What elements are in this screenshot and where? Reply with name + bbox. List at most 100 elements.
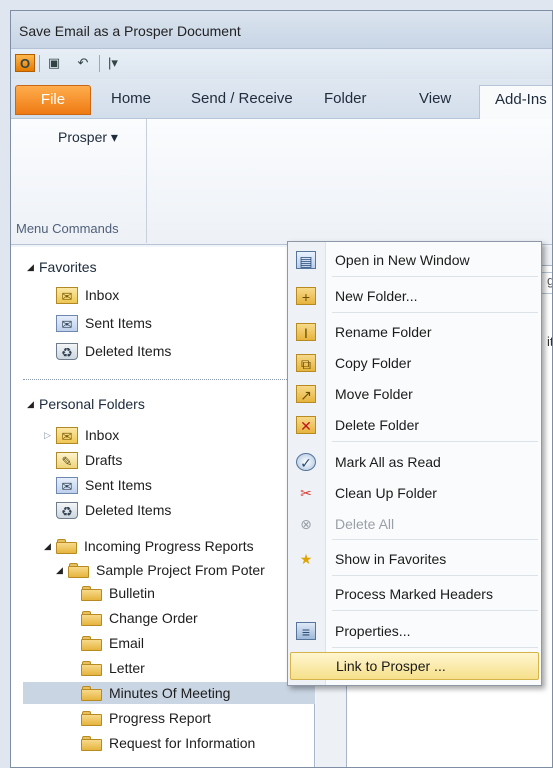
folder-label: Deleted Items: [85, 343, 172, 359]
save-icon[interactable]: ▣: [44, 54, 64, 72]
sent-items-icon: ✉: [56, 476, 78, 494]
inbox-icon: ✉: [56, 286, 78, 304]
menu-item-copy-folder[interactable]: ⧉ Copy Folder: [288, 349, 541, 377]
tab-home[interactable]: Home: [111, 90, 151, 114]
folder-label: Sample Project From Poter: [96, 562, 265, 578]
folder-icon: [56, 538, 77, 554]
favorites-header[interactable]: ◢ Favorites: [27, 256, 97, 278]
menu-item-move-folder[interactable]: ↗ Move Folder: [288, 380, 541, 408]
menu-item-label: Delete Folder: [335, 417, 420, 433]
menu-item-process-marked-headers[interactable]: Process Marked Headers: [288, 580, 541, 608]
folder-label: Minutes Of Meeting: [109, 685, 231, 701]
menu-separator: [332, 441, 538, 442]
menu-separator: [332, 312, 538, 313]
menu-item-mark-all-as-read[interactable]: ✓ Mark All as Read: [288, 448, 541, 476]
menu-commands-group: Prosper ▾ Menu Commands: [11, 119, 147, 243]
subfolder-change-order[interactable]: Change Order: [81, 607, 198, 629]
tab-add-ins[interactable]: Add-Ins: [479, 85, 552, 120]
outlook-icon[interactable]: O: [15, 54, 35, 72]
personal-inbox[interactable]: ▷ ✉ Inbox: [44, 424, 119, 446]
section-divider: [23, 379, 305, 380]
folder-icon: [81, 610, 102, 626]
favorites-star-icon: ★: [299, 551, 313, 567]
folder-label: Inbox: [85, 287, 120, 303]
folder-label: Letter: [109, 660, 145, 676]
folder-icon: [81, 685, 102, 701]
folder-label: Progress Report: [109, 710, 211, 726]
ribbon-tabs: File Home Send / Receive Folder View Add…: [11, 79, 552, 120]
tab-folder[interactable]: Folder: [324, 90, 367, 114]
subfolder-request-for-information[interactable]: Request for Information: [81, 732, 255, 754]
folder-icon: [81, 660, 102, 676]
menu-item-label: Link to Prosper ...: [336, 658, 446, 674]
customize-toolbar-icon[interactable]: |▾: [103, 54, 123, 72]
move-folder-icon: ↗: [296, 385, 316, 403]
tab-file[interactable]: File: [15, 85, 91, 115]
collapse-arrow-icon[interactable]: ◢: [44, 541, 56, 552]
personal-deleted-items[interactable]: ♻ Deleted Items: [56, 499, 171, 521]
folder-icon: [81, 585, 102, 601]
new-folder-icon: +: [296, 287, 316, 305]
folder-label: Email: [109, 635, 145, 651]
column-header-fragment: it: [547, 334, 553, 349]
delete-all-icon: ⊗: [300, 516, 312, 532]
subfolder-email[interactable]: Email: [81, 632, 144, 654]
mark-read-icon: ✓: [296, 453, 316, 471]
collapse-arrow-icon[interactable]: ◢: [27, 262, 39, 273]
menu-item-link-to-prosper[interactable]: Link to Prosper ...: [290, 652, 539, 680]
menu-separator: [332, 276, 538, 277]
menu-separator: [332, 647, 538, 648]
menu-item-properties[interactable]: ≡ Properties...: [288, 617, 541, 645]
menu-item-delete-all[interactable]: ⊗ Delete All: [288, 510, 541, 538]
sample-project-folder[interactable]: ◢ Sample Project From Poter: [56, 559, 265, 581]
toolbar-separator: [99, 55, 100, 72]
prosper-menu-button[interactable]: Prosper ▾: [58, 129, 118, 146]
menu-item-delete-folder[interactable]: ✕ Delete Folder: [288, 411, 541, 439]
toolbar-separator: [39, 55, 40, 72]
clean-up-icon: ✂: [300, 485, 312, 501]
menu-item-clean-up-folder[interactable]: ✂ Clean Up Folder: [288, 479, 541, 507]
favorites-deleted-items[interactable]: ♻ Deleted Items: [56, 340, 171, 362]
personal-drafts[interactable]: ✎ Drafts: [56, 449, 122, 471]
expand-arrow-icon[interactable]: ▷: [44, 430, 56, 441]
subfolder-progress-report[interactable]: Progress Report: [81, 707, 211, 729]
subfolder-bulletin[interactable]: Bulletin: [81, 582, 155, 604]
deleted-items-icon: ♻: [56, 342, 78, 360]
subfolder-letter[interactable]: Letter: [81, 657, 145, 679]
menu-item-label: Show in Favorites: [335, 551, 447, 567]
personal-folders-header[interactable]: ◢ Personal Folders: [27, 393, 145, 415]
menu-separator: [332, 610, 538, 611]
subfolder-minutes-of-meeting[interactable]: Minutes Of Meeting: [23, 682, 315, 704]
menu-item-rename-folder[interactable]: I Rename Folder: [288, 318, 541, 346]
menu-item-label: Mark All as Read: [335, 454, 441, 470]
incoming-progress-reports-folder[interactable]: ◢ Incoming Progress Reports: [44, 535, 254, 557]
menu-item-show-in-favorites[interactable]: ★ Show in Favorites: [288, 545, 541, 573]
favorites-sent-items[interactable]: ✉ Sent Items: [56, 312, 152, 334]
menu-item-label: New Folder...: [335, 288, 418, 304]
folder-label: Request for Information: [109, 735, 256, 751]
folder-label: Drafts: [85, 452, 123, 468]
favorites-inbox[interactable]: ✉ Inbox: [56, 284, 119, 306]
personal-sent-items[interactable]: ✉ Sent Items: [56, 474, 152, 496]
tab-send-receive[interactable]: Send / Receive: [191, 90, 293, 114]
menu-item-label: Open in New Window: [335, 252, 470, 268]
drafts-icon: ✎: [56, 451, 78, 469]
menu-item-open-in-new-window[interactable]: ▤ Open in New Window: [288, 246, 541, 274]
collapse-arrow-icon[interactable]: ◢: [27, 399, 39, 410]
folder-icon: [81, 635, 102, 651]
folder-label: Incoming Progress Reports: [84, 538, 254, 554]
folder-icon: [81, 710, 102, 726]
undo-icon[interactable]: ↶: [73, 54, 93, 72]
menu-item-new-folder[interactable]: + New Folder...: [288, 282, 541, 310]
collapse-arrow-icon[interactable]: ◢: [56, 565, 68, 576]
menu-item-label: Clean Up Folder: [335, 485, 437, 501]
tab-view[interactable]: View: [419, 90, 451, 114]
menu-separator: [332, 575, 538, 576]
properties-icon: ≡: [296, 622, 316, 640]
folder-label: Inbox: [85, 427, 120, 443]
inbox-icon: ✉: [56, 426, 78, 444]
folder-icon: [68, 562, 89, 578]
folder-icon: [81, 735, 102, 751]
navigation-pane: ◢ Favorites ✉ Inbox ✉ Sent Items ♻ Delet…: [11, 247, 315, 767]
sent-items-icon: ✉: [56, 314, 78, 332]
